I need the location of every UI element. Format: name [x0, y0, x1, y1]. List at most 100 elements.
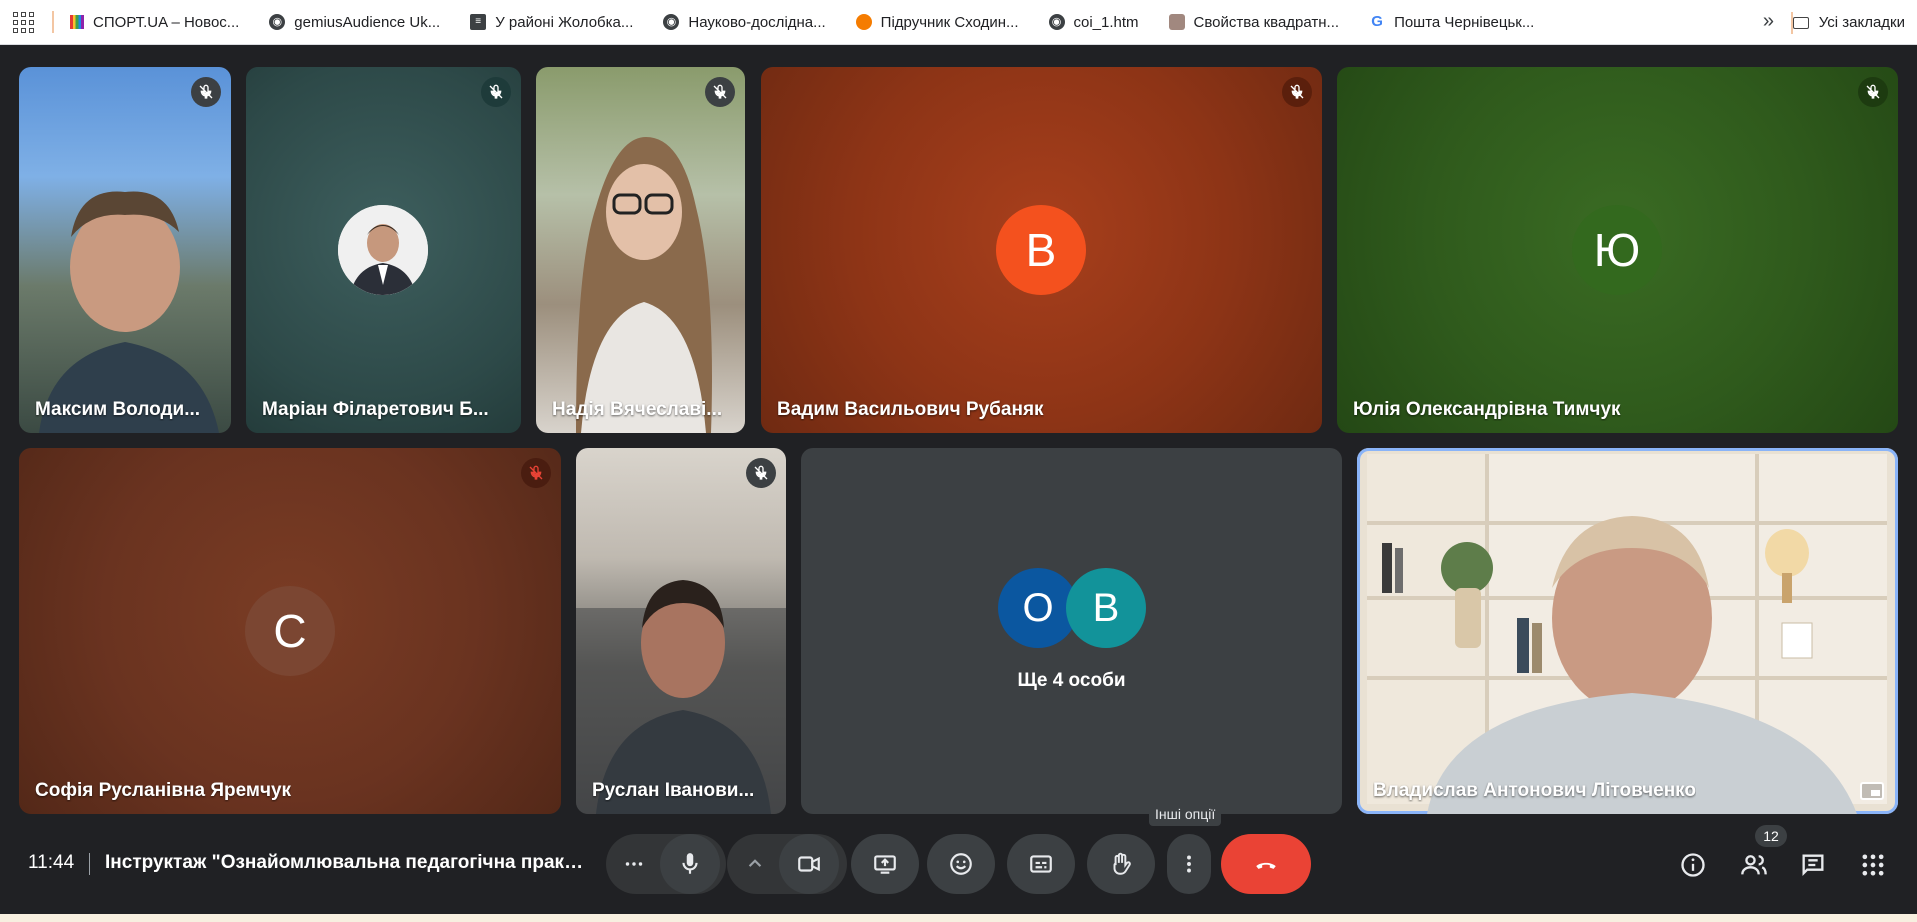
bookmark-gemius[interactable]: ◉ gemiusAudience Uk...	[269, 14, 440, 31]
microphone-button[interactable]	[660, 834, 720, 894]
globe-icon: ◉	[269, 14, 286, 30]
mic-muted-badge	[191, 77, 221, 107]
mic-muted-badge	[746, 458, 776, 488]
meeting-time: 11:44	[28, 852, 75, 873]
participant-video-icon	[39, 191, 219, 433]
folder-icon	[1792, 16, 1809, 29]
video-settings-button[interactable]	[727, 834, 783, 894]
mic-off-icon	[754, 465, 768, 480]
bookmark-label: Пошта Чернівецьк...	[1394, 13, 1535, 31]
bookmark-label: У районі Жолобка...	[495, 13, 634, 31]
image-icon	[1168, 14, 1185, 30]
more-vertical-icon	[1187, 855, 1191, 873]
bottom-strip	[0, 914, 1917, 922]
audio-settings-button[interactable]	[606, 834, 662, 894]
people-count-badge: 12	[1755, 825, 1787, 847]
people-icon	[1741, 855, 1767, 875]
participant-tile[interactable]: Надія Вячеславі...	[536, 67, 745, 433]
participant-tile[interactable]: Руслан Іванови...	[576, 448, 786, 814]
pop-out-icon[interactable]	[1860, 782, 1884, 800]
raise-hand-icon	[1113, 852, 1131, 875]
participant-name: Вадим Васильович Рубаняк	[777, 399, 1044, 420]
sport-icon	[70, 15, 84, 29]
participant-tile-active[interactable]: Владислав Антонович Літовченко	[1357, 448, 1898, 814]
bookmark-label: Свойства квадратн...	[1193, 13, 1340, 31]
meeting-details-button[interactable]	[1678, 850, 1708, 880]
bookmark-label: Підручник Сходин...	[880, 13, 1019, 31]
bookmark-label: gemiusAudience Uk...	[294, 13, 441, 31]
participant-name: Маріан Філаретович Б...	[262, 399, 489, 420]
bookmark-poshta[interactable]: G Пошта Чернівецьк...	[1369, 14, 1534, 31]
mic-off-icon	[713, 84, 727, 99]
apps-grid-icon[interactable]	[12, 11, 34, 33]
avatar: В	[1066, 568, 1146, 648]
more-participants-label: Ще 4 особи	[1017, 670, 1126, 691]
more-options-button[interactable]	[1167, 834, 1211, 894]
document-icon: ≡	[470, 14, 487, 30]
avatar-initial: С	[273, 605, 307, 657]
bookmark-svoistva[interactable]: Свойства квадратн...	[1168, 13, 1340, 31]
participant-video-icon	[576, 137, 712, 433]
participant-name: Надія Вячеславі...	[552, 399, 723, 420]
mic-muted-badge	[1282, 77, 1312, 107]
avatar-initial: В	[1025, 224, 1057, 276]
chat-icon	[1802, 854, 1824, 876]
participant-tile[interactable]: Ю Юлія Олександрівна Тимчук	[1337, 67, 1898, 433]
info-icon	[1681, 853, 1705, 877]
mic-muted-badge	[481, 77, 511, 107]
end-call-icon	[1256, 862, 1276, 869]
mic-off-icon	[1866, 84, 1880, 99]
captions-button[interactable]	[1007, 834, 1075, 894]
camera-button[interactable]	[779, 834, 839, 894]
avatar: Ю	[1572, 205, 1662, 295]
avatar: В	[996, 205, 1086, 295]
avatar-initial: О	[1022, 585, 1054, 630]
emoji-icon	[950, 853, 972, 875]
participant-name: Максим Володи...	[35, 399, 201, 420]
bookmark-naukovo[interactable]: ◉ Науково-дослідна...	[663, 13, 826, 31]
participant-tile[interactable]: Маріан Філаретович Б...	[246, 67, 521, 433]
participant-tile[interactable]: С Софія Русланівна Яремчук	[19, 448, 561, 814]
end-call-button[interactable]	[1221, 834, 1311, 894]
camera-icon	[798, 856, 820, 872]
bookmark-label: Науково-дослідна...	[688, 13, 826, 31]
chat-button[interactable]	[1798, 850, 1828, 880]
orange-circle-icon	[855, 14, 872, 30]
google-icon: G	[1371, 13, 1383, 30]
present-screen-button[interactable]	[851, 834, 919, 894]
bookmark-separator	[52, 11, 54, 33]
bookmark-label: coi_1.htm	[1073, 13, 1139, 31]
more-horizontal-icon	[625, 862, 643, 866]
bookmark-pidruchnyk[interactable]: Підручник Сходин...	[855, 13, 1019, 31]
participant-name: Владислав Антонович Літовченко	[1373, 780, 1697, 801]
apps-grid-icon	[1862, 854, 1884, 876]
avatar: С	[245, 586, 335, 676]
globe-icon: ◉	[663, 14, 680, 30]
bookmark-zholobky[interactable]: ≡ У районі Жолобка...	[470, 14, 633, 31]
mic-off-icon	[199, 84, 213, 99]
more-bookmarks-icon[interactable]: »	[1763, 10, 1774, 33]
mic-off-icon	[529, 465, 543, 480]
participant-tile[interactable]: В Вадим Васильович Рубаняк	[761, 67, 1322, 433]
all-bookmarks-label: Усі закладки	[1818, 14, 1905, 31]
captions-icon	[1030, 855, 1052, 873]
meeting-title: Інструктаж "Ознайомлювальна педагогічна …	[105, 852, 585, 873]
more-options-tooltip: Інші опції	[1149, 802, 1222, 826]
person-photo-icon	[338, 205, 428, 295]
bookmark-coi[interactable]: ◉ coi_1.htm	[1048, 13, 1139, 31]
reactions-button[interactable]	[927, 834, 995, 894]
bookmark-label: СПОРТ.UA – Новос...	[93, 13, 240, 31]
raise-hand-button[interactable]	[1087, 834, 1155, 894]
people-button[interactable]	[1739, 850, 1769, 880]
activities-button[interactable]	[1858, 850, 1888, 880]
time-divider	[89, 853, 90, 875]
participant-tile[interactable]: Максим Володи...	[19, 67, 231, 433]
mic-off-icon	[489, 84, 503, 99]
more-participants-tile[interactable]: О В Ще 4 особи	[801, 448, 1342, 814]
participant-video-icon	[576, 580, 786, 814]
mic-off-icon	[1290, 84, 1304, 99]
bookmark-sport[interactable]: СПОРТ.UA – Новос...	[70, 14, 239, 31]
all-bookmarks-button[interactable]: Усі закладки	[1792, 0, 1905, 45]
avatar	[338, 205, 428, 295]
microphone-icon	[682, 853, 698, 874]
